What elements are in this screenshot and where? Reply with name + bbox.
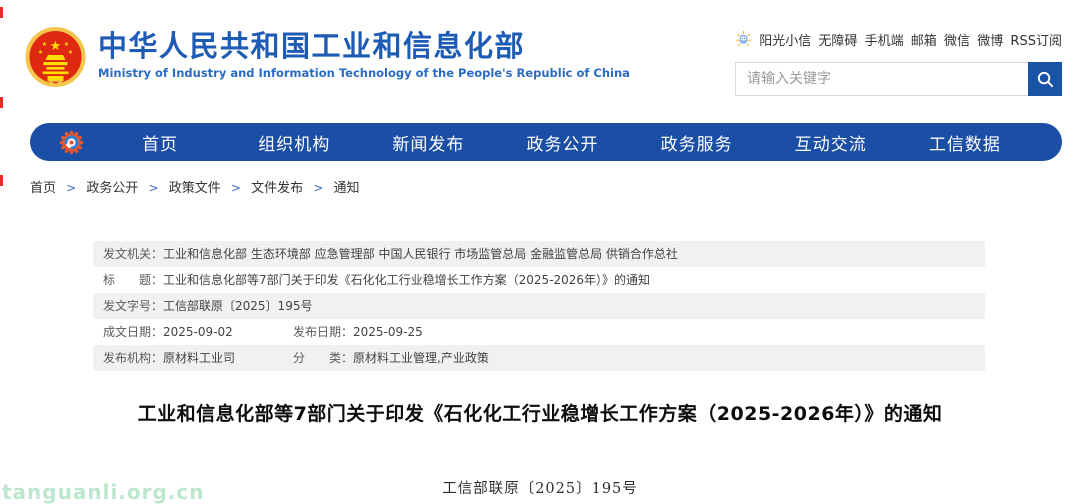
nav-item-miit-data[interactable]: 工信数据: [898, 130, 1032, 155]
meta-value: 2025-09-02: [163, 325, 233, 339]
nav-item-news[interactable]: 新闻发布: [361, 130, 495, 155]
nav-item-gov-affairs-open[interactable]: 政务公开: [495, 130, 629, 155]
mascot-robot-icon: [735, 30, 752, 48]
meta-label: 成文日期：: [103, 325, 164, 339]
quick-links: 阳光小信 无障碍 手机端 邮箱 微信 微博 RSS订阅: [735, 30, 1062, 49]
site-title-block: 中华人民共和国工业和信息化部 Ministry of Industry and …: [98, 26, 630, 80]
nav-item-gov-services[interactable]: 政务服务: [630, 130, 764, 155]
left-edge-marker: [0, 175, 3, 186]
page: ★ ★ ★ ★ ★ 中华人民共和国工业和信息化部 Ministry of Ind…: [0, 0, 1080, 504]
national-emblem-icon: ★ ★ ★ ★ ★: [22, 26, 89, 90]
svg-text:★: ★: [68, 49, 73, 56]
nav-item-home[interactable]: 首页: [93, 130, 227, 155]
left-edge-marker: [0, 97, 3, 108]
document-meta-table: 发文机关： 工业和信息化部 生态环境部 应急管理部 中国人民银行 市场监管总局 …: [93, 241, 985, 371]
quick-link-rss[interactable]: RSS订阅: [1010, 30, 1062, 49]
meta-value: 工业和信息化部等7部门关于印发《石化化工行业稳增长工作方案（2025-2026年…: [163, 273, 651, 287]
breadcrumb-policy-docs[interactable]: 政策文件: [169, 181, 221, 196]
article-title: 工业和信息化部等7部门关于印发《石化化工行业稳增长工作方案（2025-2026年…: [137, 403, 943, 425]
main-nav: 首页 组织机构 新闻发布 政务公开 政务服务 互动交流 工信数据: [30, 123, 1062, 161]
search-bar: [735, 62, 1062, 96]
nav-item-organization[interactable]: 组织机构: [227, 130, 361, 155]
miit-gear-logo-icon: [58, 129, 85, 156]
meta-row-dates: 成文日期： 2025-09-02 发布日期： 2025-09-25: [93, 319, 985, 345]
meta-row-issuing-authority: 发文机关： 工业和信息化部 生态环境部 应急管理部 中国人民银行 市场监管总局 …: [93, 241, 985, 267]
quick-link-mail[interactable]: 邮箱: [911, 30, 937, 49]
meta-value: 原材料工业司: [163, 351, 236, 365]
meta-label: 发文字号：: [103, 299, 164, 313]
quick-link-accessibility[interactable]: 无障碍: [818, 30, 857, 49]
svg-text:★: ★: [64, 41, 69, 48]
search-input[interactable]: [735, 62, 1028, 96]
breadcrumb-doc-release[interactable]: 文件发布: [251, 181, 303, 196]
breadcrumb-separator: >: [230, 181, 241, 195]
meta-value: 原材料工业管理,产业政策: [353, 351, 489, 365]
quick-link-weibo[interactable]: 微博: [977, 30, 1003, 49]
left-edge-marker: [0, 7, 3, 18]
quick-link-mobile[interactable]: 手机端: [865, 30, 904, 49]
search-button[interactable]: [1028, 62, 1062, 96]
meta-label: 发文机关：: [103, 247, 164, 261]
breadcrumb-notice[interactable]: 通知: [333, 181, 359, 196]
nav-item-interaction[interactable]: 互动交流: [764, 130, 898, 155]
quick-link-wechat[interactable]: 微信: [944, 30, 970, 49]
meta-label: 分 类：: [293, 351, 354, 365]
svg-text:★: ★: [42, 41, 47, 48]
breadcrumb-separator: >: [148, 181, 159, 195]
meta-label: 发布机构：: [103, 351, 164, 365]
meta-row-publisher-category: 发布机构： 原材料工业司 分 类： 原材料工业管理,产业政策: [93, 345, 985, 371]
breadcrumb-gov-open[interactable]: 政务公开: [86, 181, 138, 196]
breadcrumb-separator: >: [313, 181, 324, 195]
meta-value: 工业和信息化部 生态环境部 应急管理部 中国人民银行 市场监管总局 金融监管总局…: [163, 247, 678, 261]
quick-link-sunshine[interactable]: 阳光小信: [759, 30, 811, 49]
breadcrumb-home[interactable]: 首页: [30, 181, 56, 196]
breadcrumb-separator: >: [66, 181, 77, 195]
meta-label: 标 题：: [103, 273, 164, 287]
svg-text:★: ★: [50, 39, 62, 54]
breadcrumb: 首页 > 政务公开 > 政策文件 > 文件发布 > 通知: [30, 177, 1080, 196]
meta-label: 发布日期：: [293, 325, 354, 339]
meta-row-doc-number: 发文字号： 工信部联原〔2025〕195号: [93, 293, 985, 319]
watermark: tanguanli.org.cn: [2, 480, 205, 504]
site-title-en: Ministry of Industry and Information Tec…: [98, 66, 630, 81]
meta-value: 工信部联原〔2025〕195号: [163, 299, 313, 313]
site-header: ★ ★ ★ ★ ★ 中华人民共和国工业和信息化部 Ministry of Ind…: [0, 0, 1080, 96]
header-right: 阳光小信 无障碍 手机端 邮箱 微信 微博 RSS订阅: [735, 26, 1062, 96]
svg-text:★: ★: [38, 49, 43, 56]
meta-value: 2025-09-25: [353, 325, 423, 339]
site-title-cn: 中华人民共和国工业和信息化部: [98, 29, 526, 63]
meta-row-title: 标 题： 工业和信息化部等7部门关于印发《石化化工行业稳增长工作方案（2025-…: [93, 267, 985, 293]
search-icon: [1036, 70, 1055, 89]
